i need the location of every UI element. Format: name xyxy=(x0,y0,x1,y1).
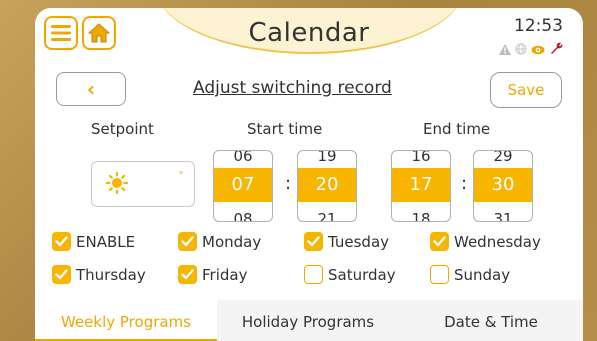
tab-date-time[interactable]: Date & Time xyxy=(399,300,583,341)
checkbox-label: ENABLE xyxy=(76,232,136,251)
checkbox-sunday[interactable]: Sunday xyxy=(430,265,510,284)
status-icons xyxy=(499,40,563,59)
screen: Calendar 12:53 ‹ Adjust switching record… xyxy=(35,8,583,341)
home-icon xyxy=(88,23,110,43)
checkmark-icon[interactable] xyxy=(304,232,323,251)
wrench-icon xyxy=(549,40,563,59)
start-hour-value: 07 xyxy=(214,168,272,202)
end-hour-value: 17 xyxy=(392,168,450,202)
start-minute-prev: 19 xyxy=(317,150,337,165)
checkbox-saturday[interactable]: Saturday xyxy=(304,265,396,284)
save-button[interactable]: Save xyxy=(490,72,562,108)
start-hour-prev: 06 xyxy=(233,150,253,165)
checkbox-label: Saturday xyxy=(328,265,396,284)
home-button[interactable] xyxy=(82,16,116,50)
warning-icon xyxy=(499,40,511,59)
checkmark-icon[interactable] xyxy=(178,265,197,284)
checkbox-thursday[interactable]: Thursday xyxy=(52,265,146,284)
start-minute-spinner[interactable]: 19 20 21 xyxy=(297,150,357,222)
clock: 12:53 xyxy=(514,16,563,36)
chevron-left-icon: ‹ xyxy=(86,77,96,101)
menu-button[interactable] xyxy=(44,16,78,50)
checkbox-tuesday[interactable]: Tuesday xyxy=(304,232,389,251)
checkbox-label: Thursday xyxy=(76,265,146,284)
hamburger-menu-icon xyxy=(51,25,71,41)
sun-icon xyxy=(105,171,129,198)
chevron-down-icon: ˅ xyxy=(178,170,184,184)
end-hour-spinner[interactable]: 16 17 18 xyxy=(391,150,451,222)
checkmark-icon[interactable] xyxy=(430,232,449,251)
section-title: Adjust switching record xyxy=(193,78,392,98)
start-hour-next: 08 xyxy=(233,210,253,222)
checkmark-icon[interactable] xyxy=(52,232,71,251)
end-minute-value: 30 xyxy=(474,168,532,202)
checkbox-label: Friday xyxy=(202,265,248,284)
end-hour-prev: 16 xyxy=(411,150,431,165)
end-minute-spinner[interactable]: 29 30 31 xyxy=(473,150,533,222)
end-minute-prev: 29 xyxy=(493,150,513,165)
tab-holiday-programs[interactable]: Holiday Programs xyxy=(217,300,399,341)
checkbox-label: Tuesday xyxy=(328,232,390,251)
tab-bar: Weekly Programs Holiday Programs Date & … xyxy=(35,300,583,341)
checkmark-icon[interactable] xyxy=(178,232,197,251)
globe-icon xyxy=(515,40,527,59)
start-minute-next: 21 xyxy=(317,210,337,222)
checkbox-label: Sunday xyxy=(454,265,511,284)
end-hour-next: 18 xyxy=(411,210,431,222)
checkbox-friday[interactable]: Friday xyxy=(178,265,247,284)
end-time-colon: : xyxy=(461,173,468,194)
checkbox-monday[interactable]: Monday xyxy=(178,232,261,251)
end-minute-next: 31 xyxy=(493,210,513,222)
checkbox-empty-icon[interactable] xyxy=(430,265,449,284)
checkmark-icon[interactable] xyxy=(52,265,71,284)
setpoint-dropdown[interactable]: ˅ xyxy=(91,161,195,207)
setpoint-label: Setpoint xyxy=(91,120,154,138)
checkbox-enable[interactable]: ENABLE xyxy=(52,232,135,251)
start-time-colon: : xyxy=(285,173,292,194)
eye-icon xyxy=(531,40,545,59)
checkbox-wednesday[interactable]: Wednesday xyxy=(430,232,541,251)
checkbox-label: Wednesday xyxy=(454,232,541,251)
start-time-label: Start time xyxy=(247,120,323,138)
start-hour-spinner[interactable]: 06 07 08 xyxy=(213,150,273,222)
end-time-label: End time xyxy=(423,120,491,138)
start-minute-value: 20 xyxy=(298,168,356,202)
tab-weekly-programs[interactable]: Weekly Programs xyxy=(35,300,217,341)
back-button[interactable]: ‹ xyxy=(56,72,126,106)
checkbox-label: Monday xyxy=(202,232,262,251)
checkbox-empty-icon[interactable] xyxy=(304,265,323,284)
